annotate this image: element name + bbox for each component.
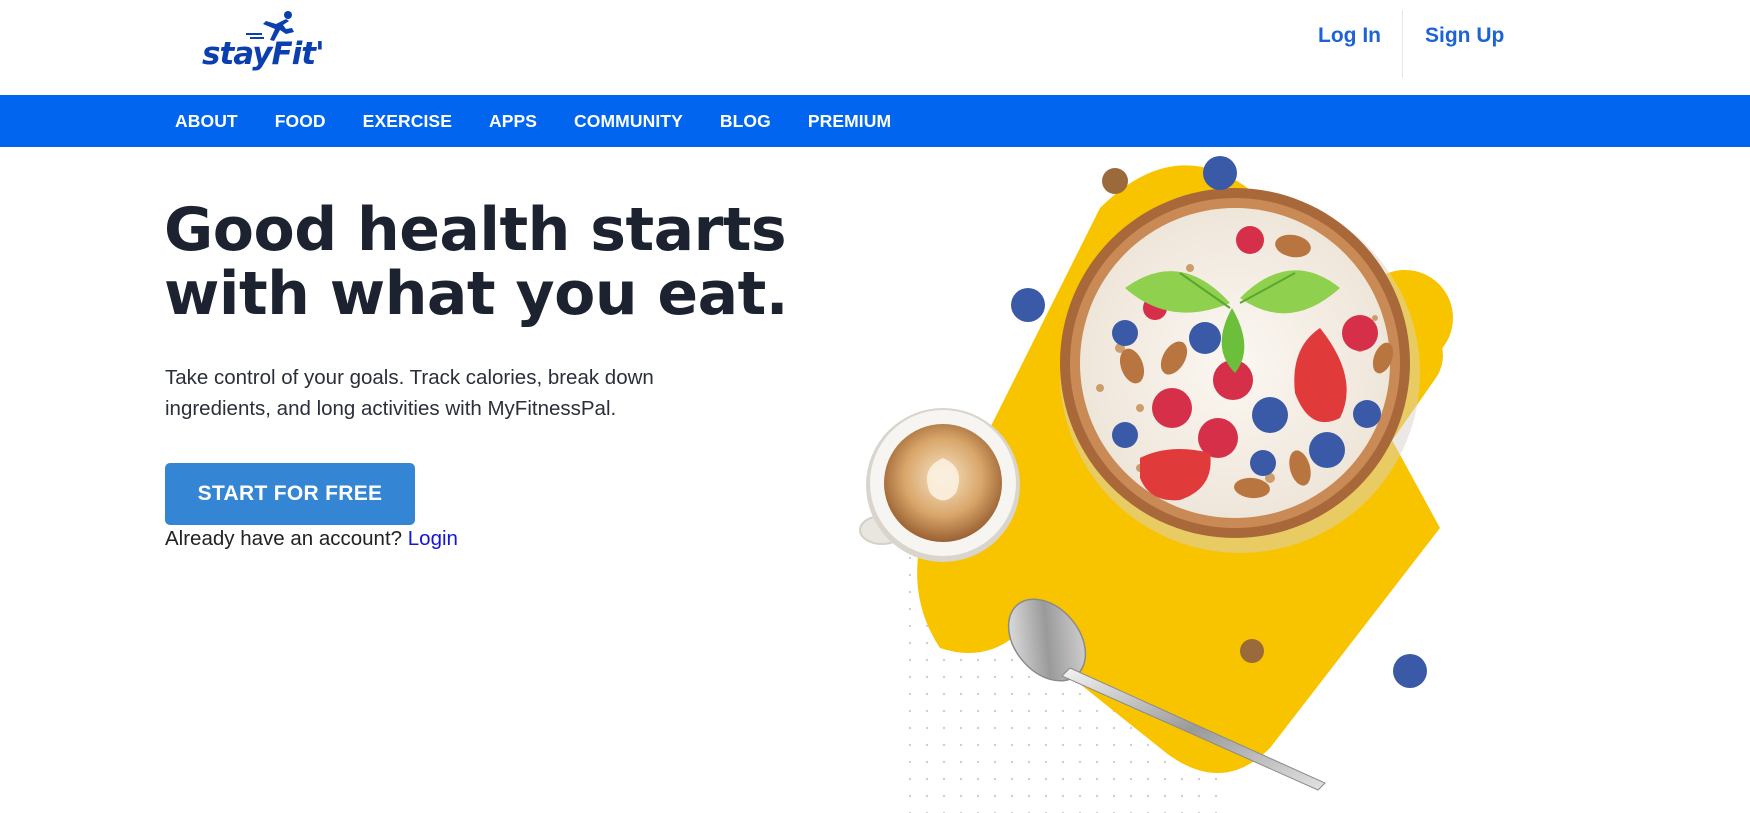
- nav-item-premium[interactable]: PREMIUM: [808, 111, 891, 132]
- nav-item-apps[interactable]: APPS: [489, 111, 537, 132]
- nav-item-food[interactable]: FOOD: [275, 111, 326, 132]
- nav-item-exercise[interactable]: EXERCISE: [363, 111, 452, 132]
- nav-item-community[interactable]: COMMUNITY: [574, 111, 683, 132]
- site-header: stayFit' Log In Sign Up: [0, 0, 1750, 95]
- account-prompt-text: Already have an account?: [165, 527, 403, 550]
- main-nav: ABOUT FOOD EXERCISE APPS COMMUNITY BLOG …: [0, 95, 1750, 147]
- nav-item-blog[interactable]: BLOG: [720, 111, 771, 132]
- hero-title-line1: Good health starts: [164, 195, 787, 265]
- login-inline-link[interactable]: Login: [408, 527, 458, 550]
- account-prompt: Already have an account? Login: [165, 527, 458, 551]
- hero-subtitle: Take control of your goals. Track calori…: [165, 366, 654, 420]
- login-link[interactable]: Log In: [1318, 24, 1381, 48]
- start-for-free-button[interactable]: START FOR FREE: [165, 463, 415, 525]
- signup-link[interactable]: Sign Up: [1425, 24, 1504, 48]
- logo[interactable]: stayFit': [202, 10, 325, 80]
- hero-title: Good health starts with what you eat.: [164, 198, 804, 326]
- breakfast-illustration: [859, 156, 1453, 813]
- logo-text: stayFit': [202, 36, 325, 72]
- auth-divider: [1402, 10, 1403, 78]
- nav-items: ABOUT FOOD EXERCISE APPS COMMUNITY BLOG …: [175, 95, 928, 147]
- hero-title-line2: with what you eat.: [164, 259, 789, 329]
- nav-item-about[interactable]: ABOUT: [175, 111, 238, 132]
